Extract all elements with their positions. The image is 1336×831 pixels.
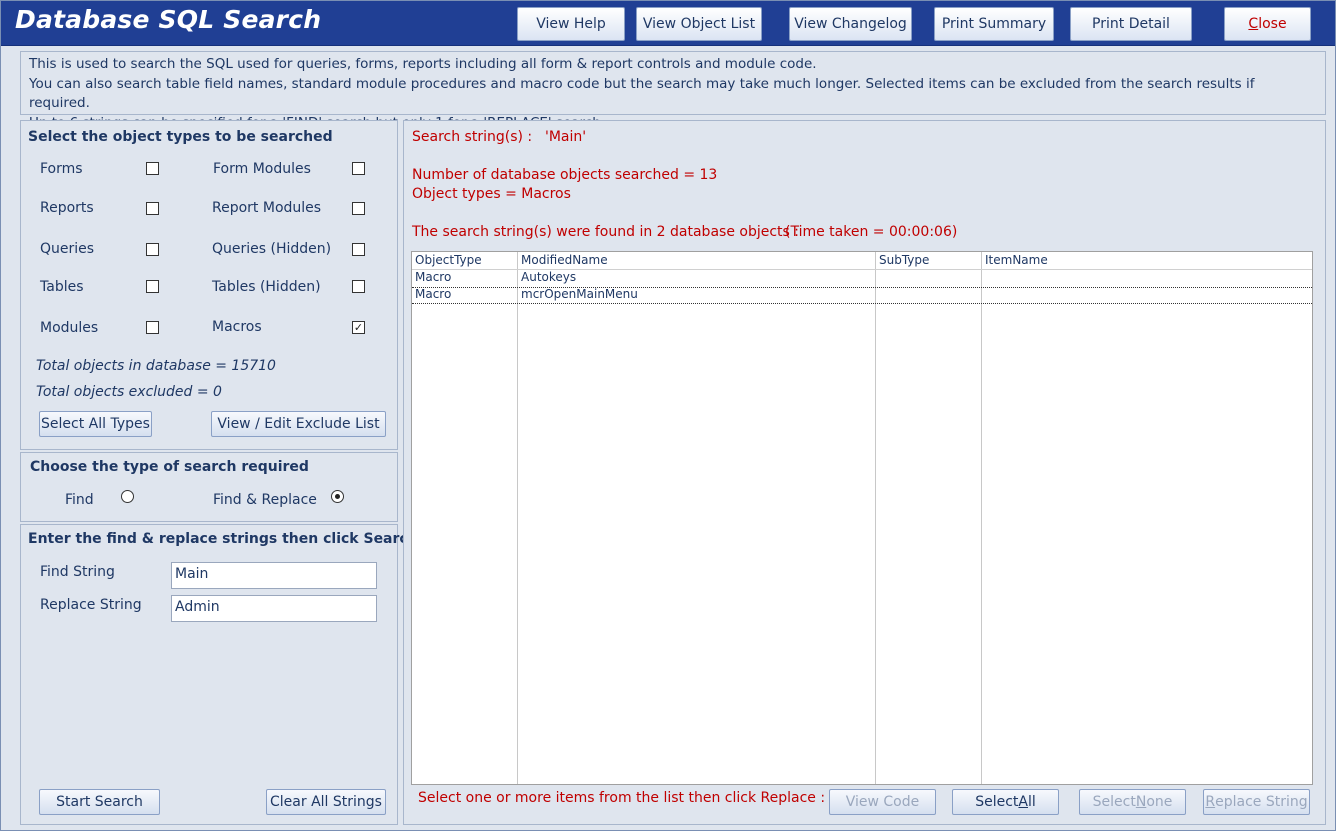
print-detail-button[interactable]: Print Detail [1070,7,1192,41]
column-header-itemname[interactable]: ItemName [985,253,1048,267]
column-header-subtype[interactable]: SubType [879,253,929,267]
find-string-label: Find String [40,564,115,580]
forms-checkbox[interactable] [146,162,159,175]
report-modules-checkbox[interactable] [352,202,365,215]
start-search-button[interactable]: Start Search [39,789,160,815]
table-row-name[interactable]: mcrOpenMainMenu [521,287,638,301]
object-types-title: Select the object types to be searched [28,129,333,145]
total-excluded-text: Total objects excluded = 0 [36,384,222,400]
table-row[interactable]: Macro [415,287,451,301]
print-summary-button[interactable]: Print Summary [934,7,1054,41]
select-all-types-button[interactable]: Select All Types [39,411,152,437]
close-accelerator: C [1248,16,1259,32]
view-changelog-button[interactable]: View Changelog [789,7,912,41]
select-all-label-start: Select [975,794,1019,810]
select-none-label-end: one [1146,794,1173,810]
check-mark-icon: ✓ [353,321,364,334]
info-panel: This is used to search the SQL used for … [20,51,1326,131]
report-modules-label: Report Modules [212,200,322,216]
column-divider [981,252,982,784]
column-divider [875,252,876,784]
select-none-label-start: Select [1092,794,1136,810]
select-none-button[interactable]: Select None [1079,789,1186,815]
clear-all-strings-button[interactable]: Clear All Strings [266,789,386,815]
edit-exclude-list-button[interactable]: View / Edit Exclude List [211,411,386,437]
table-row-name[interactable]: Autokeys [521,270,576,284]
reports-label: Reports [40,200,94,216]
find-string-input[interactable]: Main [171,562,377,589]
tables-hidden-checkbox[interactable] [352,280,365,293]
form-modules-label: Form Modules [213,161,311,177]
reports-checkbox[interactable] [146,202,159,215]
found-count-text: The search string(s) were found in 2 dat… [412,224,799,240]
tables-hidden-label: Tables (Hidden) [212,279,321,295]
search-type-title: Choose the type of search required [30,459,309,475]
search-strings-label: Search string(s) : [412,129,533,145]
strings-title: Enter the find & replace strings then cl… [28,531,418,547]
queries-label: Queries [40,241,95,257]
column-header-modifiedname[interactable]: ModifiedName [521,253,608,267]
time-taken-text: (Time taken = 00:00:06) [785,224,958,240]
modules-checkbox[interactable] [146,321,159,334]
forms-label: Forms [40,161,83,177]
objects-searched-text: Number of database objects searched = 13 [412,167,718,183]
replace-accelerator: R [1205,794,1216,810]
find-replace-radio[interactable] [331,490,344,503]
find-radio-label: Find [65,492,94,508]
view-object-list-button[interactable]: View Object List [636,7,762,41]
view-code-button[interactable]: View Code [829,789,936,815]
close-button[interactable]: Close [1224,7,1311,41]
select-all-accelerator: A [1018,794,1028,810]
app-title: Database SQL Search [15,5,322,34]
select-none-accelerator: N [1135,794,1147,810]
select-all-button[interactable]: Select All [952,789,1059,815]
view-help-button[interactable]: View Help [517,7,625,41]
replace-label-end: eplace String [1215,794,1308,810]
column-divider [517,252,518,784]
queries-checkbox[interactable] [146,243,159,256]
select-all-label-end: ll [1028,794,1036,810]
queries-hidden-checkbox[interactable] [352,243,365,256]
macros-label: Macros [212,319,262,335]
results-list[interactable]: ObjectType ModifiedName SubType ItemName… [411,251,1313,785]
tables-label: Tables [40,279,84,295]
macros-checkbox[interactable]: ✓ [352,321,365,334]
column-header-objecttype[interactable]: ObjectType [415,253,482,267]
table-row[interactable]: Macro [415,270,451,284]
replace-string-label: Replace String [40,597,142,613]
object-types-result-text: Object types = Macros [412,186,571,202]
replace-hint-text: Select one or more items from the list t… [418,790,826,806]
modules-label: Modules [40,320,99,336]
replace-string-input[interactable]: Admin [171,595,377,622]
replace-string-button[interactable]: Replace String [1203,789,1310,815]
close-label: lose [1258,16,1287,32]
total-objects-text: Total objects in database = 15710 [36,358,276,374]
find-replace-radio-label: Find & Replace [213,492,317,508]
tables-checkbox[interactable] [146,280,159,293]
find-radio[interactable] [121,490,134,503]
info-line-2: You can also search table field names, s… [29,75,1255,112]
queries-hidden-label: Queries (Hidden) [212,241,332,257]
form-modules-checkbox[interactable] [352,162,365,175]
info-line-1: This is used to search the SQL used for … [29,56,817,72]
search-strings-value: 'Main' [545,129,587,145]
